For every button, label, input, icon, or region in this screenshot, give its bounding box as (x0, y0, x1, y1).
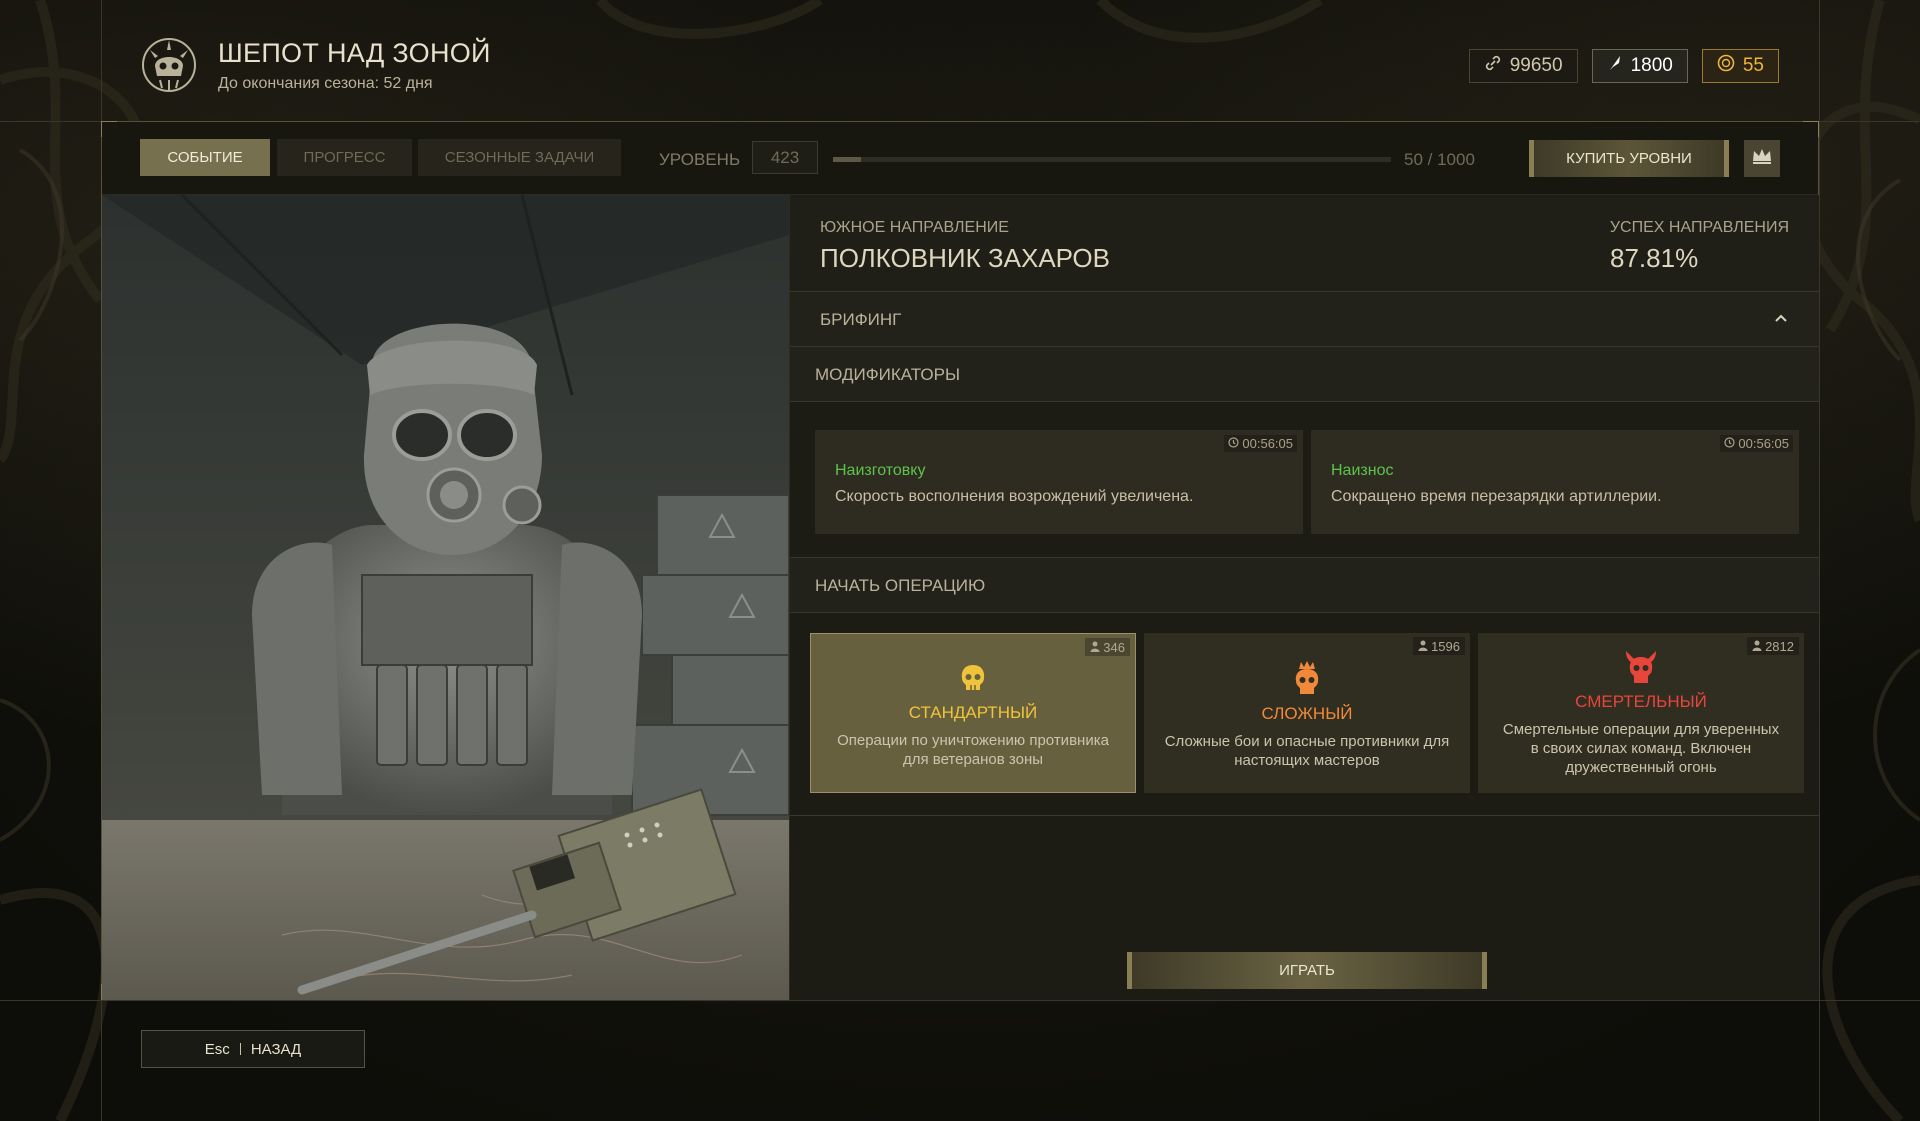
currency-value: 55 (1742, 55, 1764, 76)
premium-button[interactable] (1744, 140, 1780, 177)
modifier-description: Сокращено время перезарядки артиллерии. (1331, 488, 1662, 505)
briefing-label: БРИФИНГ (820, 310, 902, 329)
modifier-description: Скорость восполнения возрождений увеличе… (835, 488, 1194, 505)
back-button[interactable]: Esc НАЗАД (141, 1030, 365, 1068)
skull-emblem-icon (138, 34, 200, 96)
skull-icon (811, 664, 1135, 699)
clock-icon (1724, 436, 1735, 451)
season-countdown: До окончания сезона: 52 дня (218, 74, 433, 92)
currency-feathers[interactable]: 1800 (1591, 49, 1688, 83)
direction-subtitle: ЮЖНОЕ НАПРАВЛЕНИЕ (820, 219, 1009, 236)
briefing-section[interactable]: БРИФИНГ (790, 292, 1819, 347)
buy-levels-button[interactable]: КУПИТЬ УРОВНИ (1529, 140, 1729, 177)
start-operation-label: НАЧАТЬ ОПЕРАЦИЮ (815, 576, 986, 595)
mode-name: СЛОЖНЫЙ (1261, 704, 1353, 723)
mode-name: СТАНДАРТНЫЙ (908, 703, 1038, 722)
player-count-text: 2812 (1765, 638, 1794, 654)
modifier-timer-text: 00:56:05 (1242, 436, 1293, 451)
crown-icon (1751, 147, 1773, 170)
modifier-name: Наизнос (1331, 462, 1394, 479)
mode-deadly-card[interactable]: 2812 СМЕРТЕЛЬНЫЙ Смертельные операции дл… (1478, 633, 1804, 793)
currency-value: 1800 (1630, 55, 1673, 76)
chevron-up-icon[interactable] (1773, 310, 1789, 331)
mode-standard-card[interactable]: 346 СТАНДАРТНЫЙ Операции по уничтожению … (810, 633, 1136, 793)
tabs-row: СОБЫТИЕ ПРОГРЕСС СЕЗОННЫЕ ЗАДАЧИ УРОВЕНЬ… (102, 122, 1818, 195)
modifiers-list: 00:56:05 Наизготовку Скорость восполнени… (790, 402, 1819, 558)
operation-modes: 346 СТАНДАРТНЫЙ Операции по уничтожению … (790, 613, 1819, 816)
player-count: 346 (1085, 638, 1130, 656)
mode-name: СМЕРТЕЛЬНЫЙ (1575, 692, 1707, 711)
link-icon (1484, 54, 1502, 78)
level-progress-fill (833, 157, 861, 162)
esc-key-hint: Esc (204, 1040, 230, 1058)
tab-event[interactable]: СОБЫТИЕ (140, 139, 270, 176)
season-title: ШЕПОТ НАД ЗОНОЙ (218, 37, 491, 68)
modifier-card: 00:56:05 Наизготовку Скорость восполнени… (815, 430, 1303, 534)
person-icon (1090, 640, 1100, 655)
coin-icon (1717, 54, 1735, 78)
character-artwork (102, 195, 789, 1000)
currency-coins[interactable]: 55 (1701, 49, 1779, 83)
back-label: НАЗАД (250, 1040, 302, 1058)
success-label: УСПЕХ НАПРАВЛЕНИЯ (1609, 219, 1789, 236)
crowned-skull-icon (1144, 661, 1470, 702)
start-operation-header: НАЧАТЬ ОПЕРАЦИЮ (790, 558, 1819, 613)
modifier-timer: 00:56:05 (1224, 435, 1297, 452)
level-label: УРОВЕНЬ (659, 150, 741, 169)
success-value: 87.81% (1610, 243, 1699, 273)
player-count: 2812 (1747, 637, 1799, 655)
direction-header: ЮЖНОЕ НАПРАВЛЕНИЕ ПОЛКОВНИК ЗАХАРОВ УСПЕ… (790, 195, 1819, 292)
level-value: 423 (752, 141, 818, 174)
mode-description: Сложные бои и опасные противники для нас… (1164, 733, 1450, 769)
season-header: ШЕПОТ НАД ЗОНОЙ До окончания сезона: 52 … (138, 34, 491, 96)
currency-bar: 99650 1800 55 (1468, 49, 1779, 83)
level-progress-bar (833, 157, 1391, 162)
feather-icon (1607, 54, 1623, 78)
person-icon (1752, 639, 1762, 654)
play-button[interactable]: ИГРАТЬ (1127, 952, 1487, 989)
modifiers-header: МОДИФИКАТОРЫ (790, 347, 1819, 402)
modifier-card: 00:56:05 Наизнос Сокращено время перезар… (1311, 430, 1799, 534)
separator (239, 1043, 241, 1055)
player-count-text: 346 (1103, 639, 1125, 655)
operation-details: ЮЖНОЕ НАПРАВЛЕНИЕ ПОЛКОВНИК ЗАХАРОВ УСПЕ… (789, 195, 1819, 1000)
level-progress-text: 50 / 1000 (1404, 150, 1475, 169)
clock-icon (1228, 436, 1239, 451)
mode-description: Операции по уничтожению противника для в… (837, 732, 1109, 768)
modifier-timer: 00:56:05 (1720, 435, 1793, 452)
person-icon (1418, 639, 1428, 654)
mode-description: Смертельные операции для уверенных в сво… (1502, 721, 1780, 776)
modifier-name: Наизготовку (835, 462, 926, 479)
tab-season-tasks[interactable]: СЕЗОННЫЕ ЗАДАЧИ (418, 139, 621, 176)
mode-hard-card[interactable]: 1596 СЛОЖНЫЙ Сложные бои и опасные проти… (1144, 633, 1470, 793)
player-count-text: 1596 (1431, 638, 1460, 654)
modifier-timer-text: 00:56:05 (1738, 436, 1789, 451)
event-panel: СОБЫТИЕ ПРОГРЕСС СЕЗОННЫЕ ЗАДАЧИ УРОВЕНЬ… (101, 121, 1819, 1000)
player-count: 1596 (1413, 637, 1465, 655)
modifiers-label: МОДИФИКАТОРЫ (815, 365, 961, 384)
tab-progress[interactable]: ПРОГРЕСС (277, 139, 412, 176)
currency-value: 99650 (1509, 55, 1563, 76)
currency-links[interactable]: 99650 (1468, 49, 1578, 83)
horned-skull-icon (1478, 649, 1804, 692)
commander-name: ПОЛКОВНИК ЗАХАРОВ (820, 243, 1110, 273)
